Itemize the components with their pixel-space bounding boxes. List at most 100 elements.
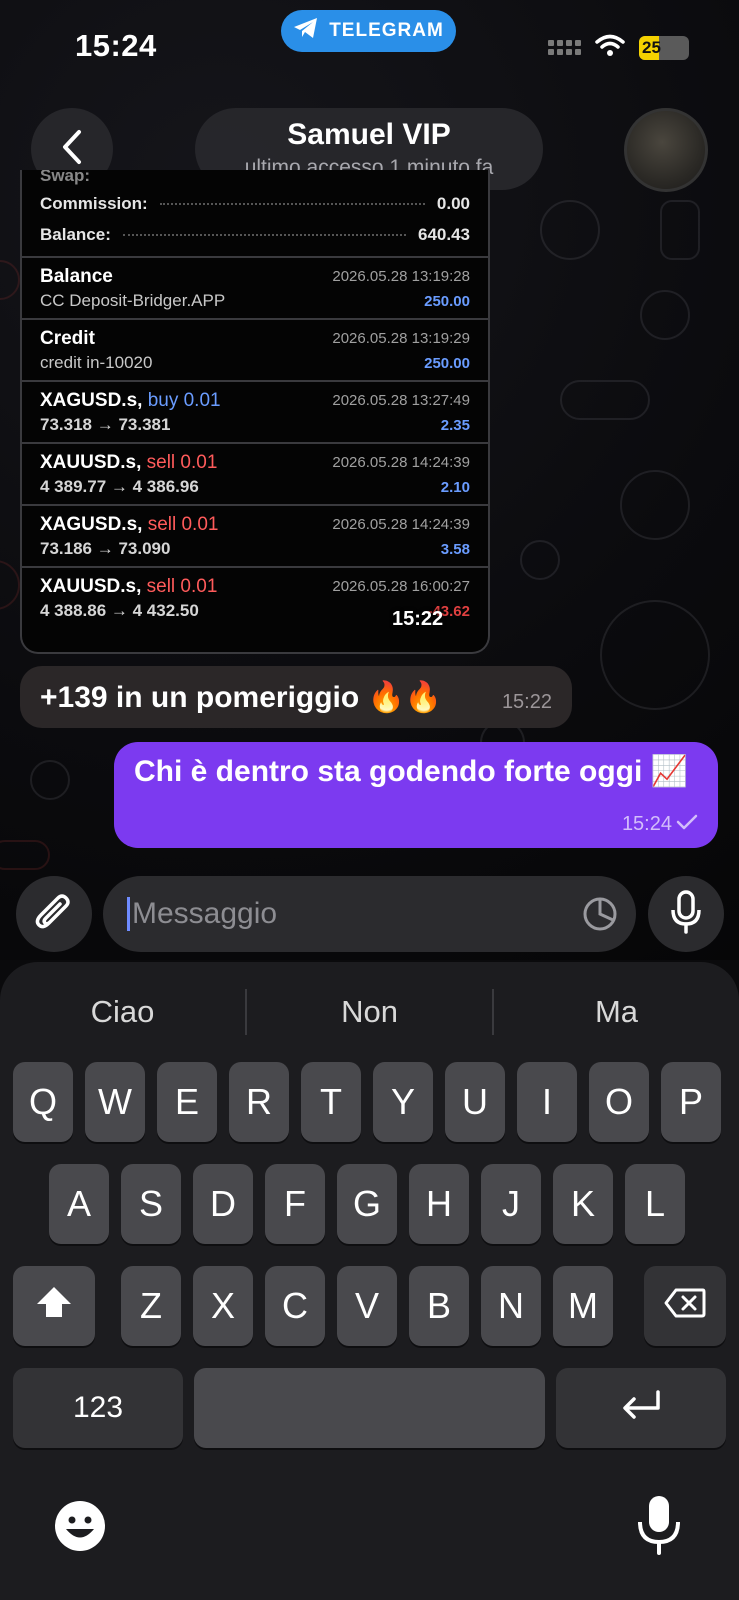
emoji-button[interactable]: [52, 1498, 108, 1554]
deal-profit: 2.10: [440, 479, 470, 496]
summary-label: Commission:: [40, 193, 148, 213]
deal-profit: 250.00: [424, 355, 470, 372]
message-time: 15:24: [621, 813, 672, 835]
outgoing-message[interactable]: Chi è dentro sta godendo forte oggi 📈 15…: [114, 742, 718, 848]
paperclip-icon: [34, 890, 74, 939]
read-check-icon: [676, 813, 698, 836]
key-p[interactable]: P: [661, 1062, 721, 1142]
key-b[interactable]: B: [409, 1266, 469, 1346]
key-m[interactable]: M: [553, 1266, 613, 1346]
deal-row: XAGUSD.s, buy 0.01 73.318 → 73.381 2026.…: [22, 382, 488, 444]
key-t[interactable]: T: [301, 1062, 361, 1142]
key-o[interactable]: O: [589, 1062, 649, 1142]
deal-row: Balance CC Deposit-Bridger.APP 2026.05.2…: [22, 258, 488, 320]
suggestion-item[interactable]: Ciao: [0, 994, 245, 1030]
summary-row: Balance: 640.43: [22, 219, 488, 250]
contact-name: Samuel VIP: [287, 118, 451, 151]
deal-symbol: XAGUSD.s,: [40, 390, 143, 411]
key-c[interactable]: C: [265, 1266, 325, 1346]
key-s[interactable]: S: [121, 1164, 181, 1244]
sticker-icon[interactable]: [582, 896, 618, 937]
key-v[interactable]: V: [337, 1266, 397, 1346]
deal-date: 2026.05.28 13:27:49: [332, 392, 470, 409]
key-l[interactable]: L: [625, 1164, 685, 1244]
dictation-icon: [636, 1496, 682, 1560]
voice-message-button[interactable]: [648, 876, 724, 952]
numbers-key[interactable]: 123: [13, 1368, 183, 1448]
status-icons: 25: [548, 34, 689, 61]
key-n[interactable]: N: [481, 1266, 541, 1346]
key-h[interactable]: H: [409, 1164, 469, 1244]
deal-detail: 73.318 → 73.381: [40, 415, 171, 434]
avatar[interactable]: [624, 108, 708, 192]
deal-symbol: XAUUSD.s,: [40, 576, 142, 597]
deal-date: 2026.05.28 13:19:29: [332, 330, 470, 347]
key-q[interactable]: Q: [13, 1062, 73, 1142]
space-key[interactable]: [194, 1368, 545, 1448]
deal-symbol: XAGUSD.s,: [40, 514, 143, 535]
key-d[interactable]: D: [193, 1164, 253, 1244]
text-caret: [127, 897, 130, 931]
report-cut-label: Swap:: [40, 170, 91, 185]
key-f[interactable]: F: [265, 1164, 325, 1244]
key-r[interactable]: R: [229, 1062, 289, 1142]
battery-level: 25: [642, 37, 661, 57]
message-input[interactable]: Messaggio: [103, 876, 636, 952]
emoji-icon: [52, 1501, 108, 1558]
deal-date: 2026.05.28 16:00:27: [332, 578, 470, 595]
key-a[interactable]: A: [49, 1164, 109, 1244]
telegram-badge-label: TELEGRAM: [329, 20, 444, 41]
summary-label: Balance:: [40, 224, 111, 244]
deal-symbol: Balance: [40, 266, 113, 287]
deal-profit: 250.00: [424, 293, 470, 310]
deal-side: sell 0.01: [146, 576, 218, 597]
key-z[interactable]: Z: [121, 1266, 181, 1346]
message-time: 15:22: [501, 691, 552, 713]
deal-detail: 73.186 → 73.090: [40, 539, 171, 558]
key-y[interactable]: Y: [373, 1062, 433, 1142]
attach-button[interactable]: [16, 876, 92, 952]
deal-row: XAUUSD.s, sell 0.01 4 389.77 → 4 386.96 …: [22, 444, 488, 506]
key-i[interactable]: I: [517, 1062, 577, 1142]
key-x[interactable]: X: [193, 1266, 253, 1346]
deal-detail: 4 389.77 → 4 386.96: [40, 477, 199, 496]
deal-symbol: Credit: [40, 328, 95, 349]
deal-side: sell 0.01: [146, 452, 218, 473]
deal-detail: credit in-10020: [40, 353, 153, 372]
key-w[interactable]: W: [85, 1062, 145, 1142]
cellular-signal-icon: [548, 40, 581, 55]
backspace-icon: [664, 1285, 706, 1327]
telegram-icon: [293, 17, 319, 45]
microphone-icon: [671, 889, 701, 939]
key-u[interactable]: U: [445, 1062, 505, 1142]
message-text: Chi è dentro sta godendo forte oggi 📈: [134, 755, 689, 788]
wifi-icon: [595, 34, 625, 61]
summary-value: 0.00: [436, 193, 470, 213]
deal-detail: CC Deposit-Bridger.APP: [40, 291, 226, 310]
return-icon: [620, 1387, 662, 1429]
deal-row: XAGUSD.s, sell 0.01 73.186 → 73.090 2026…: [22, 506, 488, 568]
key-k[interactable]: K: [553, 1164, 613, 1244]
back-chevron-icon: [60, 129, 84, 170]
trade-report-image[interactable]: Swap: Commission: 0.00 Balance: 640.43 B…: [20, 170, 490, 654]
return-key[interactable]: [556, 1368, 726, 1448]
deal-side: sell 0.01: [147, 514, 219, 535]
key-e[interactable]: E: [157, 1062, 217, 1142]
shift-key[interactable]: [13, 1266, 95, 1346]
backspace-key[interactable]: [644, 1266, 726, 1346]
dictation-button[interactable]: [636, 1494, 682, 1556]
deal-date: 2026.05.28 14:24:39: [332, 516, 470, 533]
image-timestamp: 15:22: [392, 608, 444, 630]
key-j[interactable]: J: [481, 1164, 541, 1244]
suggestion-item[interactable]: Ma: [494, 994, 739, 1030]
deal-side: buy 0.01: [147, 390, 221, 411]
keyboard: Ciao Non Ma Q W E R T Y U I O P A S D F …: [0, 962, 739, 1600]
deal-date: 2026.05.28 14:24:39: [332, 454, 470, 471]
telegram-badge[interactable]: TELEGRAM: [281, 10, 456, 52]
suggestion-item[interactable]: Non: [247, 994, 492, 1030]
deal-profit: 3.58: [440, 541, 470, 558]
deal-symbol: XAUUSD.s,: [40, 452, 142, 473]
incoming-message[interactable]: +139 in un pomeriggio 🔥🔥 15:22: [20, 666, 572, 728]
key-g[interactable]: G: [337, 1164, 397, 1244]
summary-value: 640.43: [418, 224, 470, 244]
